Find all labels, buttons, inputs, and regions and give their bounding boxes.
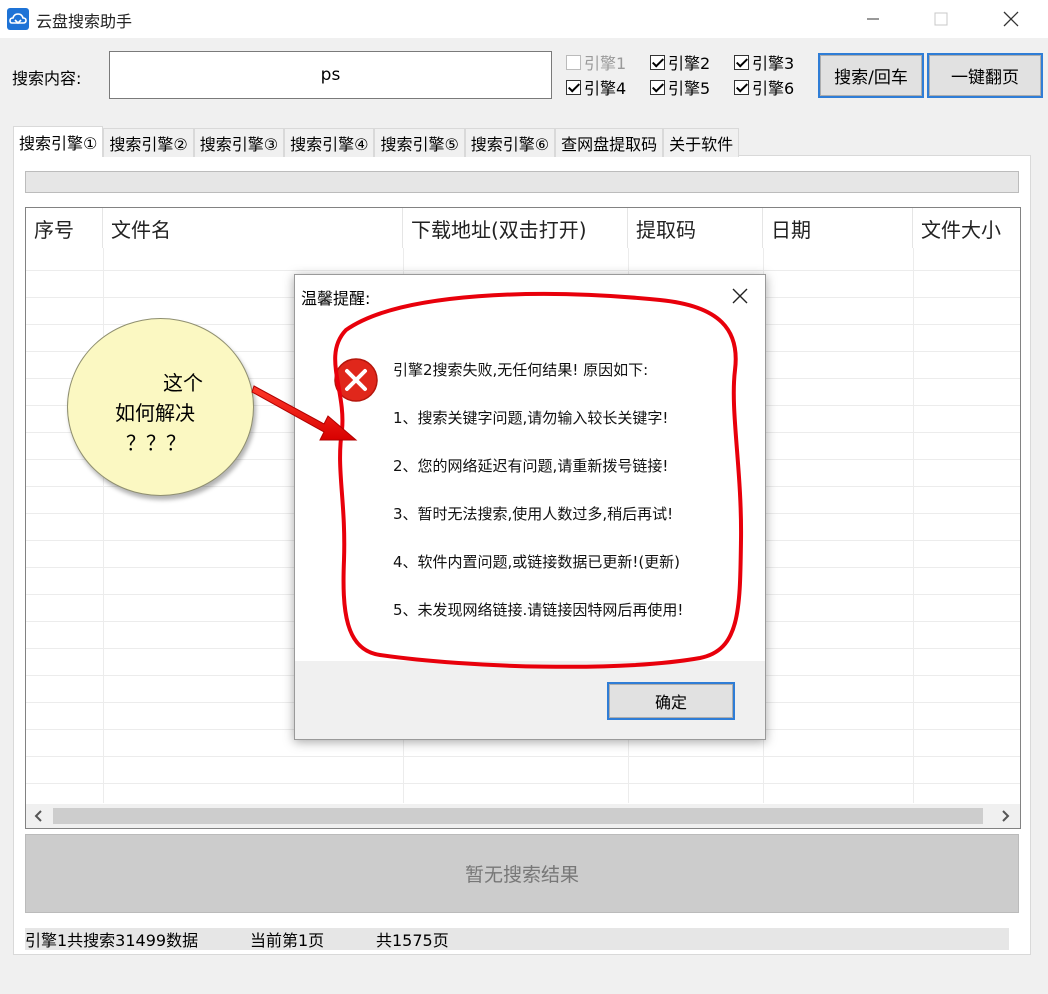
engine5-label: 引擎5	[668, 79, 711, 98]
column-divider	[103, 248, 104, 803]
engine2-checkbox[interactable]: 引擎2	[650, 51, 710, 73]
empty-result-button[interactable]: 暂无搜索结果	[25, 834, 1019, 913]
arrow-icon	[251, 385, 358, 441]
tab-engine1[interactable]: 搜索引擎①	[13, 126, 104, 157]
column-header-filesize[interactable]: 文件大小	[913, 208, 1020, 248]
dialog-message-line: 2、您的网络延迟有问题,请重新拨号链接!	[393, 457, 669, 475]
search-input[interactable]	[109, 51, 552, 99]
minimize-button[interactable]	[839, 0, 907, 38]
dialog-close-button[interactable]	[727, 283, 753, 309]
engine1-label: 引擎1	[584, 54, 627, 73]
status-page-count: 共1575页	[376, 931, 449, 950]
engine3-checkbox[interactable]: 引擎3	[734, 51, 794, 73]
row-divider	[26, 783, 1020, 784]
status-current-page: 当前第1页	[250, 931, 325, 950]
status-total: 引擎1共搜索31499数据	[25, 931, 199, 950]
close-icon	[1003, 11, 1019, 27]
column-header-date[interactable]: 日期	[763, 208, 913, 248]
row-divider	[26, 756, 1020, 757]
annotation-line: 这个	[163, 371, 203, 395]
status-bar: 引擎1共搜索31499数据 当前第1页 共1575页	[25, 928, 1009, 950]
next-page-button-label: 一键翻页	[929, 55, 1041, 96]
column-header-download-url[interactable]: 下载地址(双击打开)	[403, 208, 628, 248]
horizontal-scrollbar[interactable]	[26, 804, 1020, 828]
checkbox-box	[734, 54, 749, 70]
row-divider	[26, 270, 1020, 271]
tab-engine2[interactable]: 搜索引擎②	[103, 128, 194, 157]
window-title: 云盘搜索助手	[36, 12, 133, 31]
engine4-checkbox[interactable]: 引擎4	[566, 76, 626, 98]
scroll-right-button[interactable]	[996, 808, 1014, 824]
next-page-button[interactable]: 一键翻页	[927, 53, 1043, 98]
close-icon	[732, 288, 748, 304]
tab-engine3[interactable]: 搜索引擎③	[193, 128, 285, 157]
search-button-label: 搜索/回车	[820, 55, 922, 96]
column-divider	[913, 248, 914, 803]
engine3-label: 引擎3	[752, 54, 795, 73]
dialog-message-line: 4、软件内置问题,或链接数据已更新!(更新)	[393, 553, 681, 571]
dialog-message-line: 1、搜索关键字问题,请勿输入较长关键字!	[393, 409, 669, 427]
engine5-checkbox[interactable]: 引擎5	[650, 76, 710, 98]
warning-dialog: 温馨提醒: 引擎2搜索失败,无任何结果! 原因如下: 1、搜索关键字问题,请勿输…	[294, 274, 766, 740]
annotation-line: 如何解决	[115, 401, 195, 425]
dialog-message-line: 3、暂时无法搜索,使用人数过多,稍后再试!	[393, 505, 674, 523]
title-bar: 云盘搜索助手	[0, 0, 1048, 38]
chevron-left-icon	[34, 810, 42, 822]
scrollbar-thumb[interactable]	[53, 808, 983, 824]
minimize-icon	[867, 18, 879, 20]
maximize-icon	[934, 12, 948, 26]
close-button[interactable]	[977, 0, 1045, 38]
search-label: 搜索内容:	[12, 69, 82, 88]
dialog-message-line: 引擎2搜索失败,无任何结果! 原因如下:	[393, 361, 649, 379]
engine4-label: 引擎4	[584, 79, 627, 98]
tab-engine5[interactable]: 搜索引擎⑤	[374, 128, 465, 157]
tab-engine4[interactable]: 搜索引擎④	[284, 128, 375, 157]
progress-bar	[25, 171, 1019, 193]
dialog-title: 温馨提醒:	[301, 289, 371, 308]
engine1-checkbox[interactable]: 引擎1	[566, 51, 626, 73]
annotation-bubble: 这个 如何解决 ？？？	[67, 318, 254, 496]
annotation-line: ？？？	[126, 431, 186, 455]
engine6-label: 引擎6	[752, 79, 795, 98]
checkbox-box	[566, 54, 581, 70]
scroll-left-button[interactable]	[30, 808, 48, 824]
tab-engine6[interactable]: 搜索引擎⑥	[464, 128, 556, 157]
engine2-label: 引擎2	[668, 54, 711, 73]
ok-button-label: 确定	[609, 684, 733, 718]
checkbox-box	[734, 79, 749, 95]
dialog-body: 引擎2搜索失败,无任何结果! 原因如下: 1、搜索关键字问题,请勿输入较长关键字…	[295, 313, 765, 661]
tab-extract-code[interactable]: 查网盘提取码	[555, 128, 664, 157]
column-header-index[interactable]: 序号	[26, 208, 103, 248]
chevron-right-icon	[1002, 810, 1010, 822]
maximize-button[interactable]	[907, 0, 975, 38]
ok-button[interactable]: 确定	[607, 682, 735, 720]
column-header-extract-code[interactable]: 提取码	[628, 208, 763, 248]
tab-about[interactable]: 关于软件	[663, 128, 740, 157]
dialog-message-line: 5、未发现网络链接.请链接因特网后再使用!	[393, 601, 684, 619]
tab-strip: 搜索引擎① 搜索引擎② 搜索引擎③ 搜索引擎④ 搜索引擎⑤ 搜索引擎⑥ 查网盘提…	[13, 126, 740, 157]
checkbox-box	[566, 79, 581, 95]
column-header-filename[interactable]: 文件名	[103, 208, 403, 248]
cloud-app-icon	[7, 8, 29, 30]
search-button[interactable]: 搜索/回车	[818, 53, 924, 98]
checkbox-box	[650, 54, 665, 70]
checkbox-box	[650, 79, 665, 95]
engine6-checkbox[interactable]: 引擎6	[734, 76, 794, 98]
